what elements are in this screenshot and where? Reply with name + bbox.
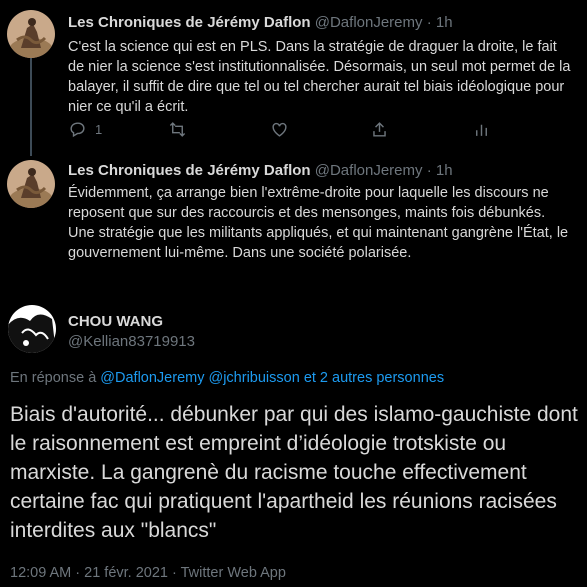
reply-prefix: En réponse à [10, 370, 97, 386]
header-separator: · [426, 162, 432, 179]
reply-icon [70, 122, 85, 138]
author-name[interactable]: CHOU WANG [68, 313, 163, 330]
tweet-time[interactable]: 1h [436, 162, 453, 179]
share-button[interactable] [370, 120, 389, 139]
like-button[interactable] [270, 120, 289, 139]
retweet-icon [169, 122, 186, 137]
main-author-handle-row: @Kellian83719913 [68, 333, 195, 350]
author-avatar[interactable] [8, 305, 56, 353]
reply-button[interactable]: 1 [68, 120, 102, 139]
reply-count: 1 [95, 122, 103, 137]
author-handle[interactable]: @Kellian83719913 [68, 333, 195, 350]
reply-handles-link[interactable]: @DaflonJeremy @jchribuisson [100, 370, 299, 386]
author-avatar[interactable] [7, 160, 55, 208]
analytics-icon [476, 124, 487, 136]
author-avatar[interactable] [7, 10, 55, 58]
like-icon [272, 122, 287, 137]
tweet-header: Les Chroniques de Jérémy Daflon @DaflonJ… [68, 162, 453, 179]
share-icon [373, 122, 386, 137]
analytics-button[interactable] [472, 120, 491, 139]
tweet-timestamp[interactable]: 12:09 AM · 21 févr. 2021 · Twitter Web A… [10, 565, 286, 581]
author-handle[interactable]: @DaflonJeremy [315, 162, 423, 179]
author-name[interactable]: Les Chroniques de Jérémy Daflon [68, 14, 311, 31]
tweet-text: C'est la science qui est en PLS. Dans la… [68, 39, 571, 115]
tweet-actions: 1 [68, 120, 488, 140]
retweet-button[interactable] [168, 120, 187, 139]
thread-tweet-2[interactable]: Les Chroniques de Jérémy Daflon @DaflonJ… [0, 150, 587, 295]
main-author-name[interactable]: CHOU WANG [68, 313, 163, 330]
replying-to: En réponse à @DaflonJeremy @jchribuisson… [10, 370, 444, 386]
tweet-time[interactable]: 1h [436, 14, 453, 31]
header-separator: · [426, 14, 432, 31]
reply-others-link[interactable]: et 2 autres personnes [304, 370, 444, 386]
main-tweet-text: Biais d'autorité... débunker par qui des… [10, 403, 578, 542]
author-handle[interactable]: @DaflonJeremy [315, 14, 423, 31]
author-name[interactable]: Les Chroniques de Jérémy Daflon [68, 162, 311, 179]
thread-tweet-1[interactable]: Les Chroniques de Jérémy Daflon @DaflonJ… [0, 0, 587, 150]
tweet-header: Les Chroniques de Jérémy Daflon @DaflonJ… [68, 14, 453, 31]
tweet-text: Évidemment, ça arrange bien l'extrême-dr… [68, 185, 569, 261]
